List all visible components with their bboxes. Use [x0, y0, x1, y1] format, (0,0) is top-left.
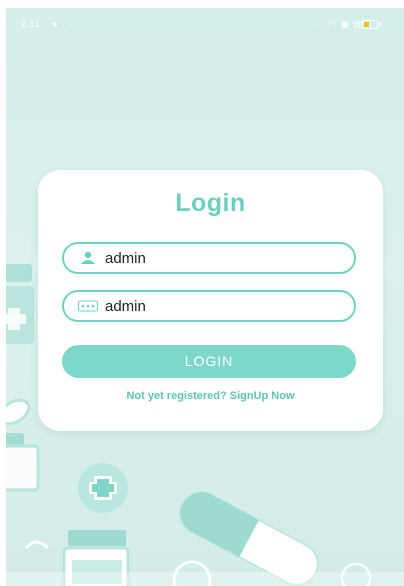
app-screen: 2:11 ● ··· ... ◠ ▣ ▥ul Login admin admin…: [6, 8, 404, 586]
bottle-icon: [6, 433, 40, 492]
password-dots-icon: [78, 300, 98, 312]
password-input[interactable]: [105, 298, 335, 315]
navigation-bar: [6, 572, 404, 586]
plus-circle-icon: [78, 463, 128, 513]
capsule-icon: [179, 491, 319, 586]
username-input[interactable]: [105, 250, 335, 267]
page: 2:11 ● ··· ... ◠ ▣ ▥ul Login admin admin…: [0, 0, 404, 586]
username-field[interactable]: [62, 242, 356, 274]
login-button[interactable]: LOGIN: [62, 345, 356, 378]
signup-link[interactable]: Not yet registered? SignUp Now: [38, 390, 383, 402]
pill-shape-icon: [6, 398, 31, 426]
medical-box-icon: [6, 264, 34, 344]
person-icon: [81, 251, 95, 264]
login-title: Login: [175, 189, 246, 217]
login-card: Login LOGIN Not yet registered? Sign: [38, 170, 383, 431]
password-field[interactable]: [62, 290, 356, 322]
sparkle-icon: [24, 540, 50, 550]
